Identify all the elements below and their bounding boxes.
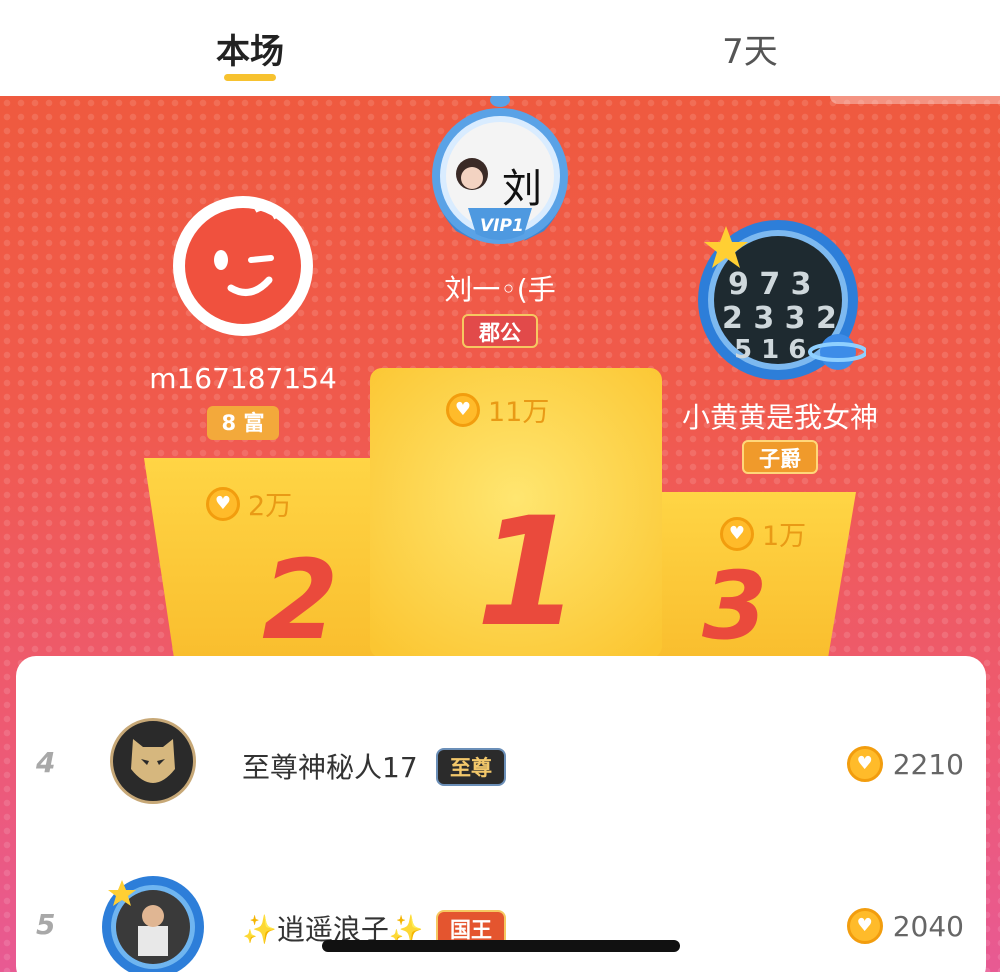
home-indicator[interactable] <box>322 940 680 952</box>
tab-label: 7天 <box>722 32 778 72</box>
heart-coin-icon: ♥ <box>846 908 883 944</box>
svg-text:5 1 6: 5 1 6 <box>734 335 806 365</box>
top1-avatar-frame[interactable]: 刘 VIP1 <box>416 93 584 256</box>
list-score: ♥ 2210 <box>846 746 964 782</box>
tab-label: 本场 <box>216 32 284 72</box>
podium-1-amount: 11万 <box>488 397 550 428</box>
list-avatar[interactable] <box>110 718 196 804</box>
list-avatar[interactable] <box>102 876 204 972</box>
heart-coin-icon: ♥ <box>846 746 883 782</box>
svg-text:2 3 3 2: 2 3 3 2 <box>722 301 837 336</box>
list-score-value: 2040 <box>892 909 964 943</box>
ranking-list-card: 4 至尊神秘人17 至尊 ♥ 2210 5 ✨逍遥浪子✨ 国王 ♥ 2040 <box>16 656 986 972</box>
podium-2-amount: 2万 <box>248 491 293 522</box>
vip-badge: VIP1 <box>480 216 524 236</box>
top3-name: 小黄黄是我女神 <box>681 401 878 434</box>
podium-block-2: ♥ 2万 2 <box>144 458 394 664</box>
tab-seven-days[interactable]: 7天 <box>500 0 1000 96</box>
list-rank: 5 <box>36 908 56 941</box>
list-score: ♥ 2040 <box>846 908 964 944</box>
decorative-corner <box>830 96 1000 104</box>
top1-name: 刘一◦(手 <box>444 273 556 306</box>
podium-block-1: ♥ 11万 1 <box>370 368 662 660</box>
top2-name: m167187154 <box>149 362 337 395</box>
podium-1-rank: 1 <box>476 486 581 660</box>
top3-avatar[interactable]: 9 7 3 2 3 3 2 5 1 6 <box>690 216 868 386</box>
top1-badge: 郡公 <box>462 314 538 348</box>
podium-3-rank: 3 <box>702 552 768 661</box>
top2-avatar[interactable] <box>173 196 313 336</box>
top2-badge: 8 富 <box>207 406 279 440</box>
heart-coin-icon: ♥ <box>720 516 754 551</box>
list-item[interactable]: 4 至尊神秘人17 至尊 ♥ 2210 <box>16 708 986 818</box>
list-rank: 4 <box>36 746 56 779</box>
svg-text:9 7 3: 9 7 3 <box>728 267 812 302</box>
heart-coin-icon: ♥ <box>206 486 240 521</box>
list-item[interactable]: 5 ✨逍遥浪子✨ 国王 ♥ 2040 <box>16 870 986 972</box>
tab-bar: 本场 7天 <box>0 0 1000 96</box>
tab-this-session[interactable]: 本场 <box>0 0 500 96</box>
list-level-badge: 至尊 <box>436 748 506 786</box>
list-score-value: 2210 <box>892 747 964 781</box>
podium-3-amount: 1万 <box>762 521 807 552</box>
list-username: 至尊神秘人17 <box>242 751 418 784</box>
leaderboard-page: 本场 7天 ♥ 2万 2 ♥ 1万 3 ♥ 11万 1 刘 VIP1 刘一◦(手… <box>0 0 1000 972</box>
podium-2-rank: 2 <box>262 536 339 664</box>
heart-coin-icon: ♥ <box>446 392 480 427</box>
top3-badge: 子爵 <box>742 440 818 474</box>
tab-active-indicator <box>224 74 276 81</box>
top1-avatar-char: 刘 <box>502 166 542 212</box>
